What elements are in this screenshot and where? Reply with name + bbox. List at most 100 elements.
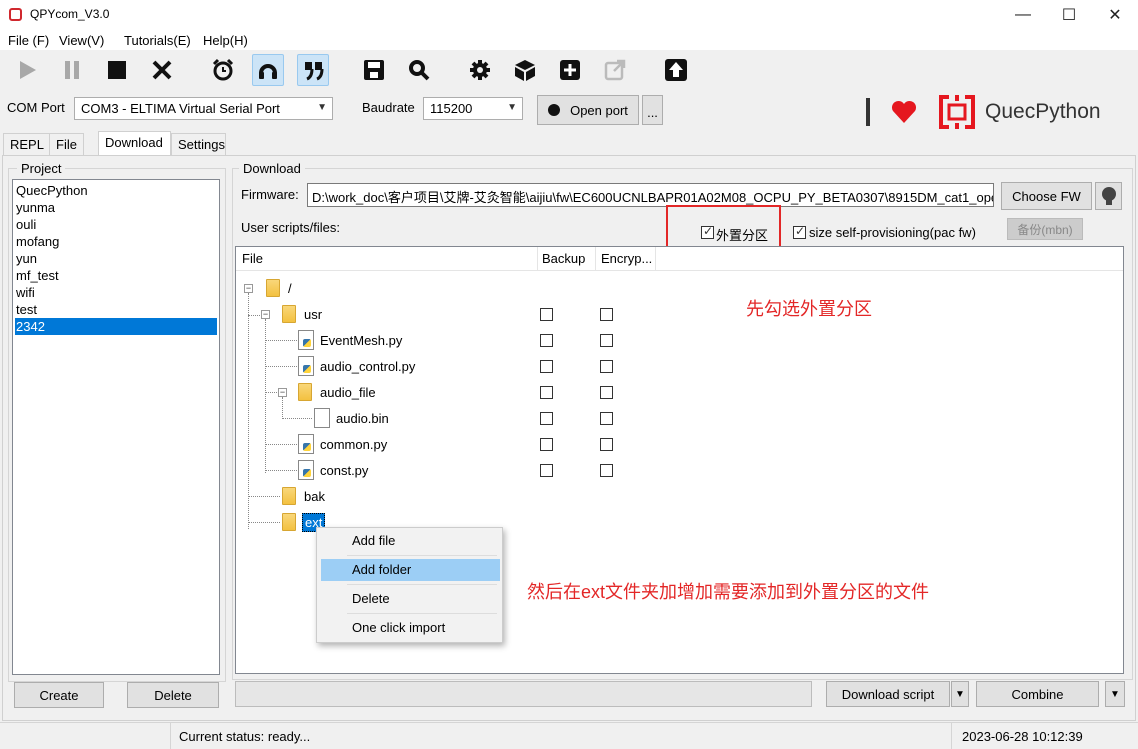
encryption-checkbox[interactable] <box>600 438 613 451</box>
status-divider <box>951 723 952 749</box>
chevron-down-icon[interactable]: ▼ <box>951 681 969 707</box>
backup-checkbox[interactable] <box>540 412 553 425</box>
tab-repl[interactable]: REPL <box>3 133 51 155</box>
tree-file[interactable]: audio_control.py <box>320 359 415 374</box>
column-file[interactable]: File <box>242 251 263 266</box>
list-item[interactable]: wifi <box>15 284 217 301</box>
close-window-button[interactable]: ✕ <box>1092 0 1138 30</box>
folder-icon <box>266 279 280 297</box>
lightbulb-icon[interactable] <box>1095 182 1122 210</box>
download-script-button[interactable]: Download script <box>826 681 950 707</box>
menu-item-add-file[interactable]: Add file <box>321 530 500 552</box>
quote-icon[interactable] <box>297 54 329 86</box>
menu-tutorials[interactable]: Tutorials(E) <box>124 33 191 48</box>
firmware-label: Firmware: <box>241 187 299 202</box>
collapse-icon[interactable]: − <box>278 388 287 397</box>
external-link-icon[interactable] <box>599 54 631 86</box>
backup-checkbox[interactable] <box>540 308 553 321</box>
upload-icon[interactable] <box>660 54 692 86</box>
encryption-checkbox[interactable] <box>600 334 613 347</box>
create-project-button[interactable]: Create <box>14 682 104 708</box>
stop-icon[interactable] <box>101 54 133 86</box>
tree-file[interactable]: audio.bin <box>336 411 389 426</box>
menu-item-delete[interactable]: Delete <box>321 588 500 610</box>
list-item[interactable]: mf_test <box>15 267 217 284</box>
choose-fw-button[interactable]: Choose FW <box>1001 182 1092 210</box>
project-list[interactable]: QuecPython yunma ouli mofang yun mf_test… <box>12 179 220 675</box>
chevron-down-icon[interactable]: ▼ <box>1105 681 1125 707</box>
list-item[interactable]: QuecPython <box>15 182 217 199</box>
tree-line <box>265 366 297 367</box>
minimize-button[interactable]: — <box>1000 0 1046 30</box>
encryption-checkbox[interactable] <box>600 360 613 373</box>
encryption-checkbox[interactable] <box>600 308 613 321</box>
list-item[interactable]: yunma <box>15 199 217 216</box>
list-item[interactable]: yun <box>15 250 217 267</box>
backup-checkbox[interactable] <box>540 360 553 373</box>
alarm-icon[interactable] <box>207 54 239 86</box>
list-item[interactable]: mofang <box>15 233 217 250</box>
external-partition-checkbox[interactable] <box>701 224 714 239</box>
baudrate-select[interactable]: 115200 ▼ <box>423 97 523 120</box>
tree-root[interactable]: / <box>288 281 292 296</box>
external-partition-label: 外置分区 <box>716 228 769 243</box>
menu-help[interactable]: Help(H) <box>203 33 248 48</box>
backup-mbn-button[interactable]: 备份(mbn) <box>1007 218 1083 240</box>
backup-checkbox[interactable] <box>540 438 553 451</box>
toolbar <box>0 50 1138 90</box>
status-bar: Current status: ready... 2023-06-28 10:1… <box>0 722 1138 749</box>
tab-settings[interactable]: Settings <box>171 133 226 155</box>
play-icon[interactable] <box>11 54 43 86</box>
combine-button[interactable]: Combine <box>976 681 1099 707</box>
tree-line <box>248 522 280 523</box>
close-icon[interactable] <box>146 54 178 86</box>
cube-icon[interactable] <box>509 54 541 86</box>
menu-view[interactable]: View(V) <box>59 33 104 48</box>
list-item-selected[interactable]: 2342 <box>15 318 217 335</box>
com-port-label: COM Port <box>7 100 65 115</box>
python-file-icon <box>298 434 314 454</box>
backup-checkbox[interactable] <box>540 334 553 347</box>
tree-file[interactable]: const.py <box>320 463 368 478</box>
backup-checkbox[interactable] <box>540 386 553 399</box>
tab-download[interactable]: Download <box>98 131 171 156</box>
size-self-provisioning-checkbox[interactable] <box>793 224 806 239</box>
menu-separator <box>347 555 497 556</box>
com-port-select[interactable]: COM3 - ELTIMA Virtual Serial Port ▼ <box>74 97 333 120</box>
open-port-button[interactable]: Open port <box>537 95 639 125</box>
collapse-icon[interactable]: − <box>261 310 270 319</box>
encryption-checkbox[interactable] <box>600 412 613 425</box>
encryption-checkbox[interactable] <box>600 386 613 399</box>
menu-file[interactable]: File (F) <box>8 33 49 48</box>
list-item[interactable]: ouli <box>15 216 217 233</box>
tree-file[interactable]: common.py <box>320 437 387 452</box>
baudrate-value: 115200 <box>430 101 473 116</box>
tree-folder[interactable]: audio_file <box>320 385 376 400</box>
encryption-checkbox[interactable] <box>600 464 613 477</box>
tab-file[interactable]: File <box>49 133 84 155</box>
gear-icon[interactable] <box>464 54 496 86</box>
search-icon[interactable] <box>403 54 435 86</box>
tree-line <box>265 319 266 473</box>
firmware-path-field[interactable]: D:\work_doc\客户项目\艾牌-艾灸智能\aijiu\fw\EC600U… <box>307 183 994 207</box>
collapse-icon[interactable]: − <box>244 284 253 293</box>
add-icon[interactable] <box>554 54 586 86</box>
delete-project-button[interactable]: Delete <box>127 682 219 708</box>
backup-checkbox[interactable] <box>540 464 553 477</box>
tree-file[interactable]: EventMesh.py <box>320 333 402 348</box>
column-backup[interactable]: Backup <box>542 251 585 266</box>
text-cursor-icon <box>866 98 870 126</box>
list-item[interactable]: test <box>15 301 217 318</box>
column-encryption[interactable]: Encryp... <box>601 251 652 266</box>
maximize-button[interactable]: ☐ <box>1046 0 1092 30</box>
menu-item-add-folder[interactable]: Add folder <box>321 559 500 581</box>
heart-icon[interactable] <box>890 99 918 128</box>
headset-icon[interactable] <box>252 54 284 86</box>
tree-folder-bak[interactable]: bak <box>304 489 325 504</box>
more-port-options-button[interactable]: ... <box>642 95 663 125</box>
menu-item-one-click-import[interactable]: One click import <box>321 617 500 639</box>
chevron-down-icon: ▼ <box>507 102 517 113</box>
save-icon[interactable] <box>358 54 390 86</box>
pause-icon[interactable] <box>56 54 88 86</box>
tree-folder-usr[interactable]: usr <box>304 307 322 322</box>
